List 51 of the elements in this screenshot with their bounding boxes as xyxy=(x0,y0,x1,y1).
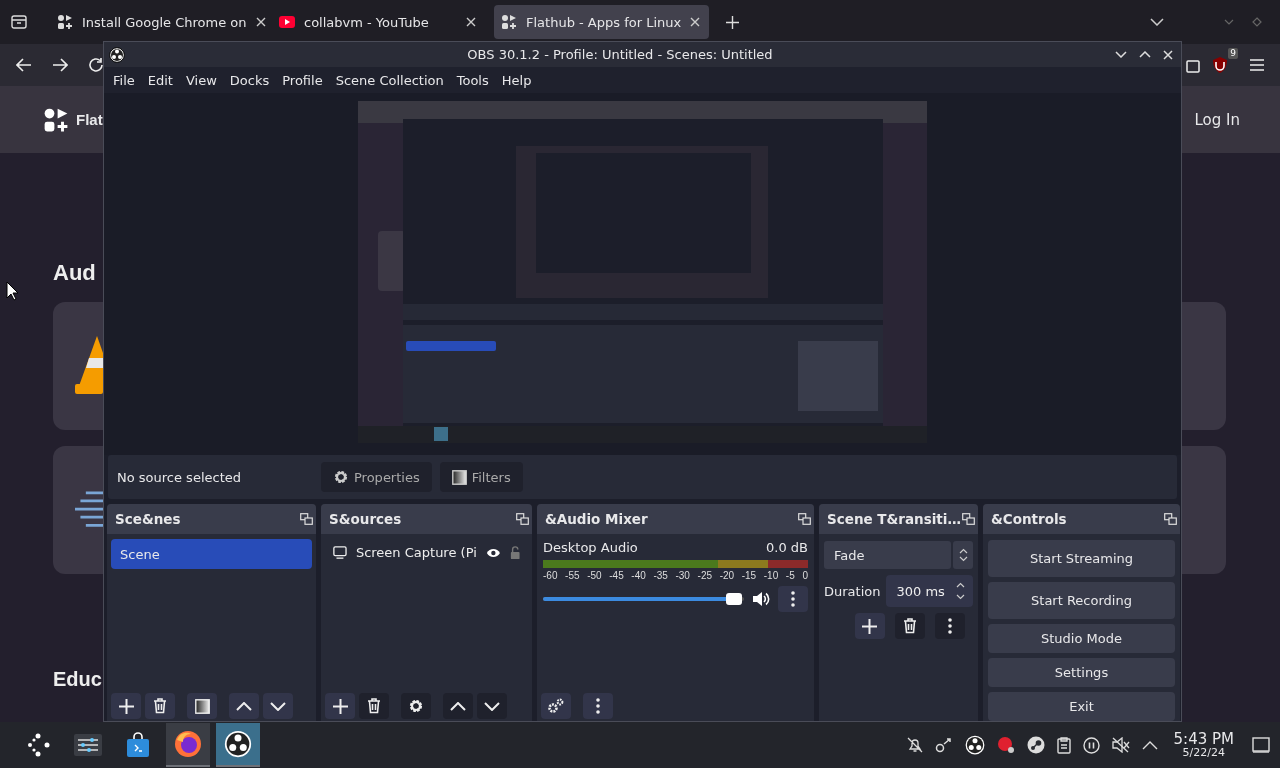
scale-label: -55 xyxy=(565,570,580,581)
count-badge: 9 xyxy=(1228,48,1238,59)
clock-date[interactable]: 5/22/24 xyxy=(1182,747,1225,760)
browser-tab[interactable]: Install Google Chrome on xyxy=(50,5,265,39)
menu-item[interactable]: Tools xyxy=(456,72,489,88)
panel-title: Sce&nes xyxy=(115,511,181,527)
menu-item[interactable]: Help xyxy=(501,72,532,88)
scale-label: -50 xyxy=(587,570,602,581)
control-button[interactable]: Exit xyxy=(988,692,1175,721)
section-heading: Aud xyxy=(53,260,96,286)
panel-title: &Controls xyxy=(991,511,1067,527)
menu-item[interactable]: Docks xyxy=(229,72,270,88)
scale-label: 0 xyxy=(802,570,808,581)
scale-label: -60 xyxy=(543,570,558,581)
duration-label: Duration xyxy=(824,583,881,599)
browser-tab[interactable]: collabvm - YouTube xyxy=(272,5,487,39)
scale-label: -10 xyxy=(763,570,779,581)
scale-label: -15 xyxy=(741,570,757,581)
menu-item[interactable]: Profile xyxy=(282,72,323,88)
control-button[interactable]: Studio Mode xyxy=(988,624,1175,653)
menu-item[interactable]: Scene Collection xyxy=(335,72,444,88)
db-reading: 0.0 dB xyxy=(766,540,808,555)
menu-item[interactable]: View xyxy=(185,72,217,88)
properties-button[interactable]: Properties xyxy=(321,462,432,492)
menu-item[interactable]: Edit xyxy=(147,72,173,88)
browser-tab[interactable]: Flathub - Apps for Linux xyxy=(494,5,709,39)
control-button[interactable]: Start Streaming xyxy=(988,540,1175,577)
scale-label: -25 xyxy=(697,570,712,581)
scale-label: -35 xyxy=(653,570,668,581)
menu-item[interactable]: File xyxy=(113,72,135,88)
scale-label: -5 xyxy=(785,570,795,581)
scale-label: -20 xyxy=(719,570,735,581)
clock-time[interactable]: 5:43 PM xyxy=(1173,730,1234,748)
status-text: No source selected xyxy=(117,469,242,485)
control-button[interactable]: Settings xyxy=(988,658,1175,687)
scale-label: -30 xyxy=(675,570,690,581)
site-name[interactable]: Flat xyxy=(76,111,103,128)
control-button[interactable]: Start Recording xyxy=(988,582,1175,619)
source-item[interactable]: Screen Capture (Pi xyxy=(325,539,528,560)
scale-label: -40 xyxy=(631,570,646,581)
scene-item[interactable]: Scene xyxy=(111,539,312,569)
panel-title: Scene T&ransiti… xyxy=(827,511,961,527)
channel-name: Desktop Audio xyxy=(543,540,638,555)
login-link[interactable]: Log In xyxy=(1194,110,1240,129)
panel-title: &Audio Mixer xyxy=(545,511,648,527)
panel-title: S&ources xyxy=(329,511,402,527)
duration-field[interactable]: 300 ms xyxy=(886,575,973,607)
section-heading: Educ xyxy=(53,667,102,692)
scale-label: -45 xyxy=(609,570,624,581)
filters-button[interactable]: Filters xyxy=(439,462,523,492)
window-title: OBS 30.1.2 - Profile: Untitled - Scenes: Untitled xyxy=(466,47,774,62)
